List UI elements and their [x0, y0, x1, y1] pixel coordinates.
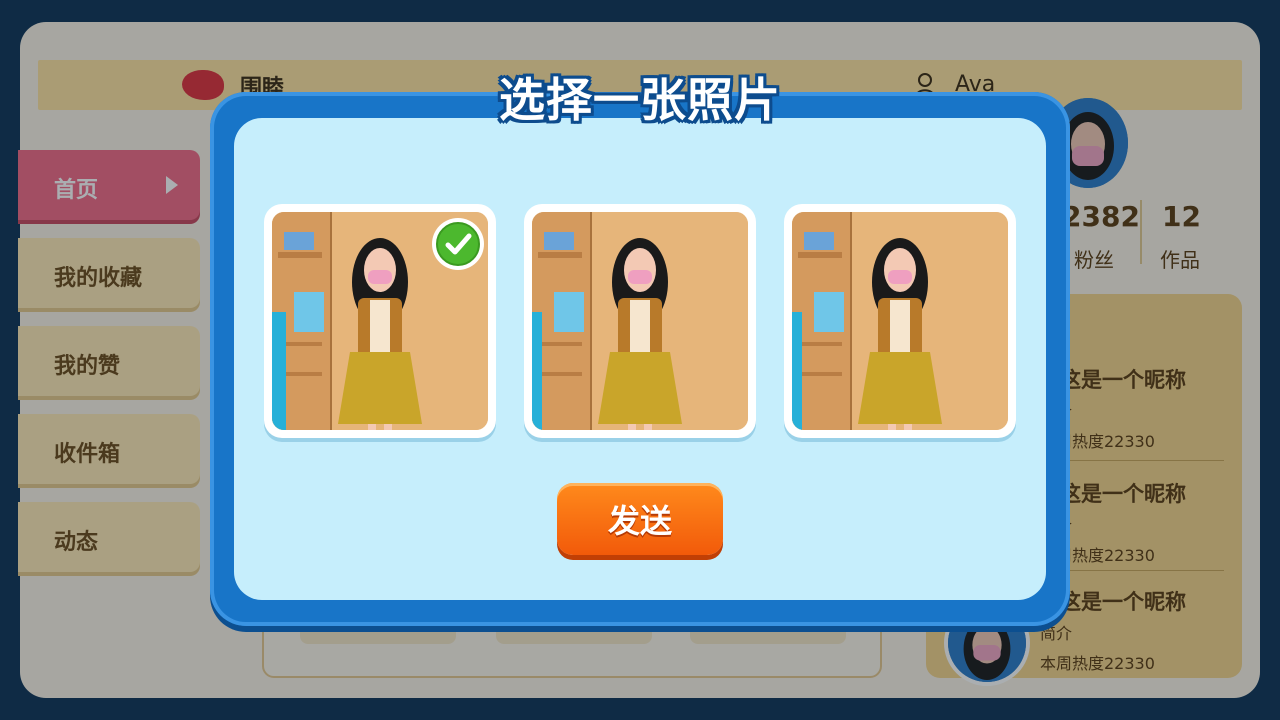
photo-thumbnail — [532, 212, 748, 430]
dialog-title: 选择一张照片 — [499, 73, 781, 127]
photo-option-2[interactable] — [524, 204, 756, 438]
send-button[interactable]: 发送 — [557, 483, 723, 555]
photo-thumbnail — [792, 212, 1008, 430]
selected-check-icon — [432, 218, 484, 270]
photo-option-3[interactable] — [784, 204, 1016, 438]
